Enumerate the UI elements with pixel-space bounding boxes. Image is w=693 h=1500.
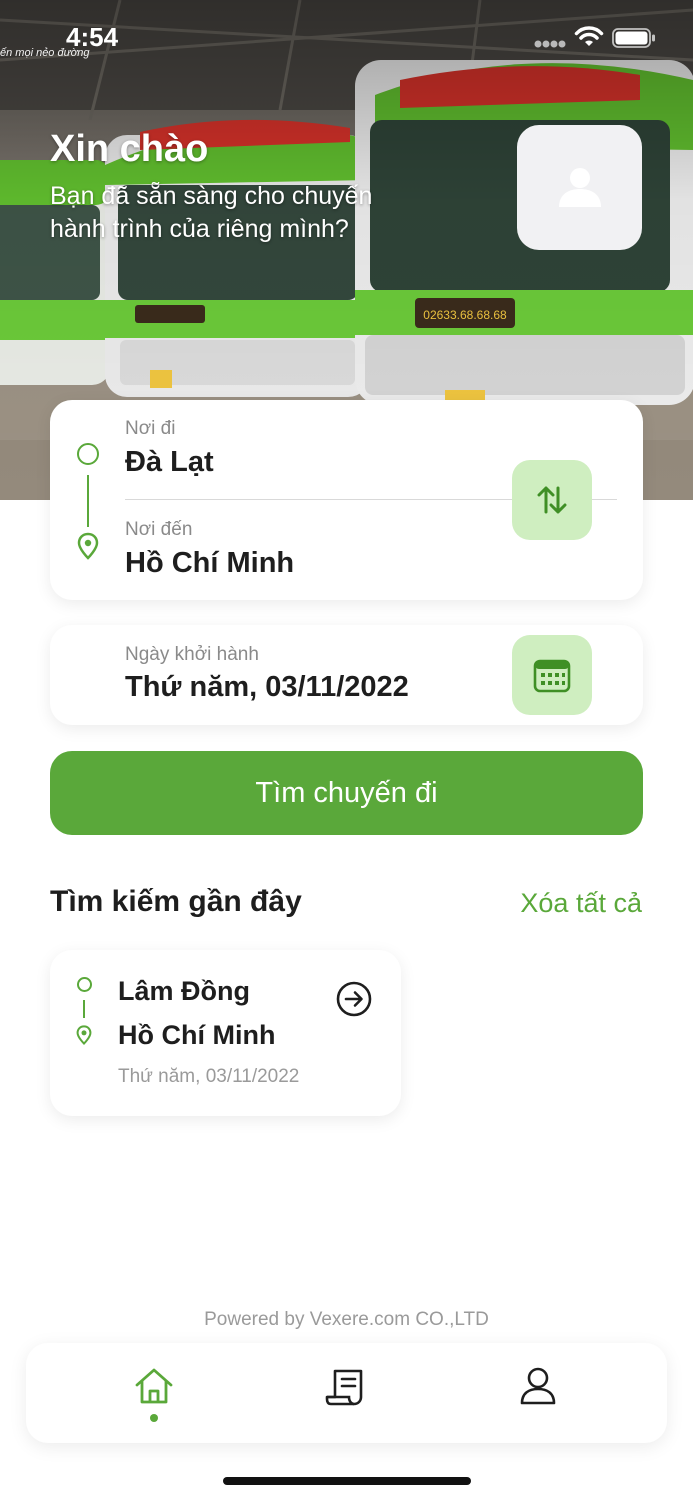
home-icon: [135, 1368, 173, 1404]
home-screen: 02633.68.68.68 ến mọi nẻo đường 4:54: [0, 0, 693, 1500]
status-bar: ến mọi nẻo đường 4:54: [0, 0, 693, 70]
bottom-tab-bar: [26, 1343, 667, 1443]
recent-date: Thứ năm, 03/11/2022: [118, 1066, 300, 1087]
origin-field[interactable]: Đà Lạt: [125, 446, 214, 479]
route-card: Nơi đi Đà Lạt Nơi đến Hồ Chí Minh: [50, 400, 643, 600]
battery-icon: [612, 28, 655, 48]
departure-date-value: Thứ năm, 03/11/2022: [125, 671, 409, 703]
departure-label: Ngày khởi hành: [125, 644, 259, 665]
search-trips-button[interactable]: Tìm chuyến đi: [50, 751, 643, 835]
origin-dot-icon: [77, 443, 99, 465]
greeting-title: Xin chào: [50, 128, 209, 170]
cellular-signal-icon: [534, 40, 566, 48]
route-connector-line: [87, 475, 89, 527]
greeting-subtitle: Bạn đã sẵn sàng cho chuyến hành trình củ…: [50, 182, 373, 243]
active-tab-indicator: [150, 1414, 158, 1422]
arrow-right-circle-icon[interactable]: [335, 980, 373, 1018]
account-icon: [520, 1367, 556, 1405]
recent-search-card[interactable]: Lâm Đồng Hồ Chí Minh Thứ năm, 03/11/2022: [50, 950, 401, 1116]
destination-label: Nơi đến: [125, 519, 193, 540]
calendar-button[interactable]: [512, 635, 592, 715]
home-indicator: [223, 1477, 471, 1485]
calendar-icon: [533, 659, 571, 693]
tab-account[interactable]: [508, 1367, 568, 1427]
swap-vertical-icon: [537, 486, 567, 514]
tab-tickets[interactable]: [315, 1367, 375, 1427]
origin-dot-icon: [77, 977, 92, 992]
recent-searches-title: Tìm kiếm gần đây: [50, 885, 302, 918]
profile-avatar-button[interactable]: [517, 125, 642, 250]
wifi-icon: [574, 26, 604, 46]
route-connector-line: [83, 1000, 85, 1018]
destination-field[interactable]: Hồ Chí Minh: [125, 547, 294, 580]
powered-by-text: Powered by Vexere.com CO.,LTD: [204, 1309, 489, 1330]
departure-date-card[interactable]: Ngày khởi hành Thứ năm, 03/11/2022: [50, 625, 643, 725]
clear-all-link[interactable]: Xóa tất cả: [520, 888, 642, 919]
status-time: 4:54: [66, 22, 119, 52]
recent-origin: Lâm Đồng: [118, 976, 250, 1006]
swap-route-button[interactable]: [512, 460, 592, 540]
location-pin-icon: [77, 532, 99, 560]
user-icon: [558, 167, 601, 207]
location-pin-icon: [76, 1025, 92, 1045]
ticket-icon: [325, 1369, 363, 1406]
recent-destination: Hồ Chí Minh: [118, 1020, 276, 1050]
origin-label: Nơi đi: [125, 418, 176, 439]
